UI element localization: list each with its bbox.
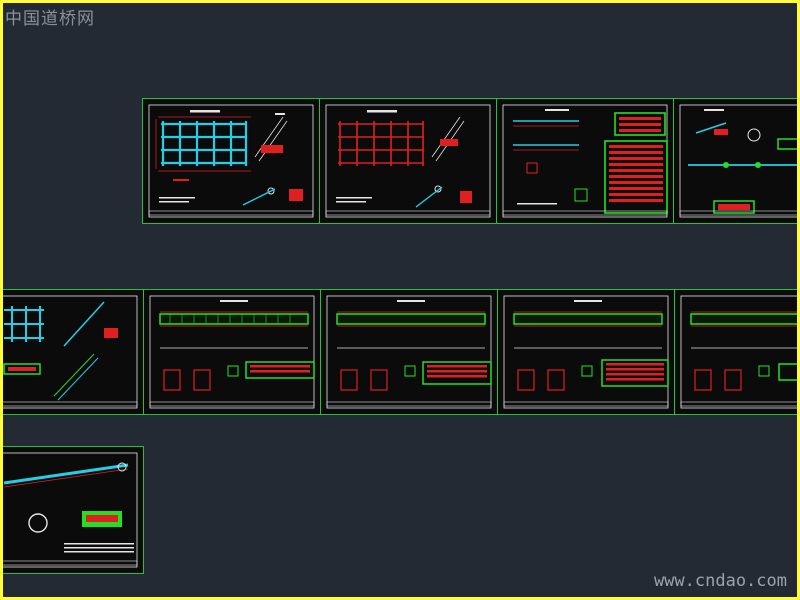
beam-elevation-drawing [326,295,492,409]
beam-elevation-drawing [680,295,797,409]
grid-plan-partial-drawing [3,295,138,409]
drawing-sheet-1-2[interactable] [319,98,497,224]
detail-sheet-drawing [679,104,797,218]
drawing-sheet-1-4[interactable] [673,98,797,224]
drawing-sheet-1-1[interactable] [142,98,320,224]
drawing-sheet-2-5[interactable] [674,289,797,415]
table-sheet-drawing [502,104,668,218]
drawing-sheet-2-2[interactable] [143,289,321,415]
beam-elevation-drawing [503,295,669,409]
drawing-sheet-2-3[interactable] [320,289,498,415]
cad-drawing-viewport[interactable]: 中国道桥网 www.cndao.com [3,3,797,597]
grid-plan-drawing [325,104,491,218]
watermark-bottom: www.cndao.com [653,571,787,591]
watermark-top: 中国道桥网 [5,9,95,29]
drawing-sheet-2-4[interactable] [497,289,675,415]
drawing-sheet-2-1[interactable] [3,289,144,415]
pipe-detail-drawing [3,452,138,568]
drawing-sheet-3-1[interactable] [3,446,144,574]
beam-elevation-drawing [149,295,315,409]
drawing-sheet-1-3[interactable] [496,98,674,224]
grid-plan-drawing [148,104,314,218]
